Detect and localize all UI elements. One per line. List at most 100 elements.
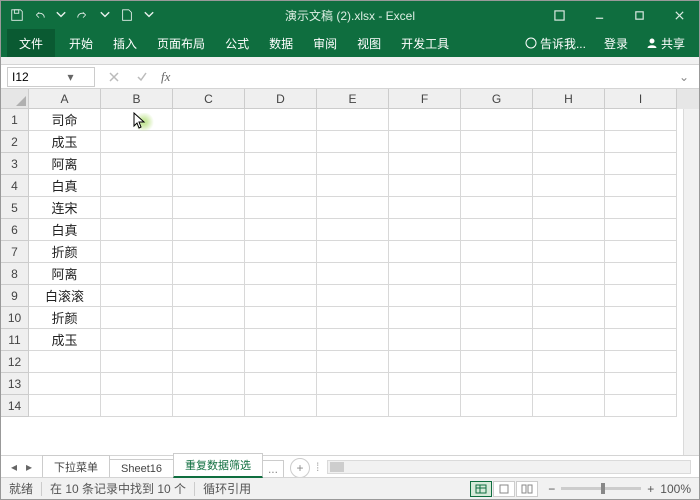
cell[interactable]: 连宋 — [29, 197, 101, 219]
row-header[interactable]: 6 — [1, 219, 29, 241]
cell[interactable] — [533, 263, 605, 285]
cell[interactable] — [245, 307, 317, 329]
cell[interactable] — [389, 307, 461, 329]
cell[interactable] — [461, 175, 533, 197]
cell[interactable] — [317, 285, 389, 307]
cell[interactable] — [173, 307, 245, 329]
tab-view[interactable]: 视图 — [347, 29, 391, 57]
cell[interactable] — [317, 329, 389, 351]
cell[interactable] — [173, 373, 245, 395]
cell[interactable]: 成玉 — [29, 329, 101, 351]
cell[interactable] — [533, 241, 605, 263]
col-header[interactable]: A — [29, 89, 101, 109]
cell[interactable] — [29, 373, 101, 395]
cell[interactable] — [173, 109, 245, 131]
cell[interactable] — [461, 219, 533, 241]
col-header[interactable]: E — [317, 89, 389, 109]
tab-file[interactable]: 文件 — [7, 29, 55, 57]
col-header[interactable]: D — [245, 89, 317, 109]
page-break-view-icon[interactable] — [516, 481, 538, 497]
fx-label[interactable]: fx — [161, 69, 170, 85]
cell[interactable] — [533, 197, 605, 219]
cell[interactable] — [605, 307, 677, 329]
cell[interactable]: 折颜 — [29, 307, 101, 329]
chevron-down-icon[interactable]: ▾ — [51, 70, 90, 84]
cell[interactable]: 阿离 — [29, 153, 101, 175]
row-header[interactable]: 4 — [1, 175, 29, 197]
row-header[interactable]: 2 — [1, 131, 29, 153]
first-sheet-icon[interactable]: ◂ — [7, 460, 21, 474]
cell[interactable] — [533, 153, 605, 175]
cell[interactable] — [461, 329, 533, 351]
cell[interactable] — [173, 395, 245, 417]
row-header[interactable]: 3 — [1, 153, 29, 175]
cell[interactable] — [245, 263, 317, 285]
cell[interactable] — [605, 175, 677, 197]
cell[interactable] — [245, 197, 317, 219]
cell[interactable] — [533, 219, 605, 241]
cell[interactable] — [173, 263, 245, 285]
sheet-tab-active[interactable]: 重复数据筛选 — [173, 453, 263, 478]
col-header[interactable]: F — [389, 89, 461, 109]
save-icon[interactable] — [9, 7, 25, 23]
cell[interactable] — [461, 285, 533, 307]
cell[interactable] — [461, 197, 533, 219]
help-icon[interactable] — [539, 1, 579, 29]
cell[interactable] — [389, 131, 461, 153]
cell[interactable] — [461, 351, 533, 373]
zoom-in-icon[interactable]: + — [647, 482, 654, 496]
cell[interactable] — [317, 153, 389, 175]
cell[interactable] — [29, 351, 101, 373]
chevron-down-icon[interactable] — [53, 7, 69, 23]
cell[interactable]: 阿离 — [29, 263, 101, 285]
col-header[interactable]: G — [461, 89, 533, 109]
cell[interactable] — [461, 307, 533, 329]
cell[interactable] — [317, 197, 389, 219]
horizontal-scrollbar[interactable] — [327, 460, 691, 474]
cell[interactable] — [317, 219, 389, 241]
cell[interactable] — [605, 373, 677, 395]
cell[interactable] — [173, 285, 245, 307]
cell[interactable] — [533, 109, 605, 131]
cell[interactable] — [605, 351, 677, 373]
tab-formulas[interactable]: 公式 — [215, 29, 259, 57]
cell[interactable] — [317, 395, 389, 417]
cell[interactable] — [461, 241, 533, 263]
cell[interactable] — [29, 395, 101, 417]
cell[interactable]: 白真 — [29, 175, 101, 197]
cell[interactable] — [605, 263, 677, 285]
cell[interactable] — [173, 153, 245, 175]
zoom-out-icon[interactable]: − — [548, 482, 555, 496]
cell[interactable] — [101, 131, 173, 153]
row-header[interactable]: 14 — [1, 395, 29, 417]
cell[interactable] — [605, 241, 677, 263]
cell[interactable] — [605, 153, 677, 175]
cell[interactable] — [101, 197, 173, 219]
cell[interactable] — [173, 241, 245, 263]
cell[interactable] — [605, 109, 677, 131]
cell[interactable] — [389, 219, 461, 241]
cell[interactable]: 成玉 — [29, 131, 101, 153]
cell[interactable] — [173, 219, 245, 241]
col-header[interactable]: I — [605, 89, 677, 109]
cell[interactable] — [101, 219, 173, 241]
tab-review[interactable]: 审阅 — [303, 29, 347, 57]
tab-layout[interactable]: 页面布局 — [147, 29, 215, 57]
vertical-scrollbar[interactable] — [683, 109, 699, 455]
cell[interactable] — [101, 329, 173, 351]
row-header[interactable]: 13 — [1, 373, 29, 395]
name-box[interactable]: I12 ▾ — [7, 67, 95, 87]
minimize-icon[interactable] — [579, 1, 619, 29]
cell[interactable] — [173, 329, 245, 351]
tell-me-button[interactable]: 告诉我... — [517, 29, 594, 57]
tab-insert[interactable]: 插入 — [103, 29, 147, 57]
cell[interactable] — [245, 153, 317, 175]
cell[interactable] — [389, 285, 461, 307]
cell[interactable] — [245, 131, 317, 153]
normal-view-icon[interactable] — [470, 481, 492, 497]
cell[interactable] — [173, 175, 245, 197]
cell[interactable]: 折颜 — [29, 241, 101, 263]
cell[interactable] — [101, 153, 173, 175]
cell[interactable] — [461, 153, 533, 175]
cell[interactable] — [317, 109, 389, 131]
